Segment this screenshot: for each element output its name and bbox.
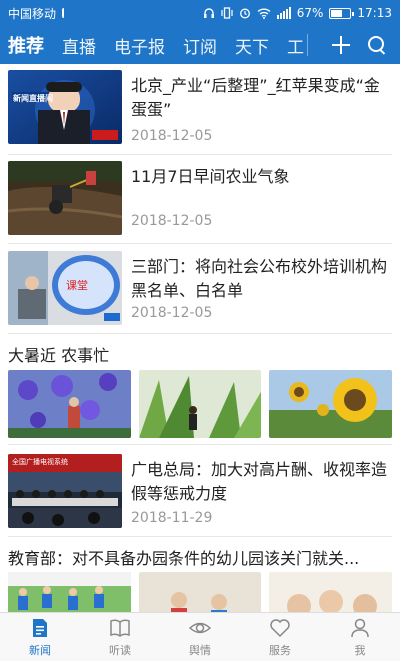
news-date: 2018-12-05 xyxy=(131,213,213,229)
bottom-tab-label: 新闻 xyxy=(29,643,51,657)
wifi-icon xyxy=(257,8,271,19)
gallery-image-flowers[interactable] xyxy=(8,370,131,438)
heart-icon xyxy=(270,618,290,637)
eye-icon xyxy=(189,622,211,633)
signal-icon xyxy=(276,7,291,19)
news-title: 11月7日早间农业气象 xyxy=(131,167,290,186)
news-item[interactable]: 课堂 三部门：将向社会公布校外培训机构黑名单、白名单 2018-12-05 xyxy=(0,251,400,331)
news-date: 2018-12-05 xyxy=(131,128,213,144)
tab-recommend[interactable]: 推荐 xyxy=(8,32,44,58)
news-item[interactable]: 11月7日早间农业气象 2018-12-05 xyxy=(0,161,400,241)
bottom-nav: 新闻 听读 舆情 服务 我 xyxy=(0,612,400,661)
gallery-image-field[interactable] xyxy=(138,370,262,438)
battery-percent: 67% xyxy=(296,6,324,20)
divider xyxy=(8,333,392,334)
gallery-image-classroom[interactable] xyxy=(138,572,262,612)
usb-icon xyxy=(62,8,68,18)
status-bar: 中国移动 67% 17:13 xyxy=(0,0,400,26)
channel-tabs: 推荐 直播 电子报 订阅 天下 工 xyxy=(0,32,310,58)
svg-text:课堂: 课堂 xyxy=(66,279,88,292)
tab-partial[interactable]: 工 xyxy=(287,33,304,58)
search-icon[interactable] xyxy=(368,36,386,54)
gallery-title[interactable]: 大暑近 农事忙 xyxy=(8,342,109,366)
bottom-tab-listen[interactable]: 听读 xyxy=(80,613,160,661)
tab-epaper[interactable]: 电子报 xyxy=(114,33,165,58)
news-date: 2018-12-05 xyxy=(131,305,213,321)
divider xyxy=(8,154,392,155)
image-gallery[interactable] xyxy=(8,370,393,438)
vibrate-icon xyxy=(221,7,233,19)
tab-subscribe[interactable]: 订阅 xyxy=(183,33,217,58)
news-feed: 新闻直播间 北京_产业“后整理”_红苹果变成“金蛋蛋” 2018-12-05 1… xyxy=(0,64,400,612)
news-thumbnail xyxy=(8,161,122,235)
alarm-icon xyxy=(239,8,250,19)
person-icon xyxy=(351,618,369,637)
gallery-image-sunflower[interactable] xyxy=(269,370,393,438)
news-item[interactable]: 新闻直播间 北京_产业“后整理”_红苹果变成“金蛋蛋” 2018-12-05 xyxy=(0,70,400,150)
thumbnail-caption: 新闻直播间 xyxy=(13,94,53,103)
gallery-image-kindergarten[interactable] xyxy=(8,572,131,612)
bottom-tab-label: 服务 xyxy=(269,643,291,657)
battery-icon xyxy=(329,7,355,19)
carrier-label: 中国移动 xyxy=(8,6,57,21)
bottom-tab-label: 舆情 xyxy=(189,643,211,657)
news-title[interactable]: 教育部：对不具备办园条件的幼儿园该关门就关... xyxy=(8,545,390,569)
tab-divider xyxy=(307,34,308,56)
bottom-tab-label: 我 xyxy=(354,643,366,657)
thumbnail-banner: 全国广播电视系统 xyxy=(12,458,68,466)
divider xyxy=(8,536,392,537)
tab-world[interactable]: 天下 xyxy=(235,33,269,58)
news-title: 三部门：将向社会公布校外培训机构黑名单、白名单 xyxy=(131,257,388,300)
top-nav: 推荐 直播 电子报 订阅 天下 工 xyxy=(0,26,400,64)
news-thumbnail: 课堂 xyxy=(8,251,122,325)
bottom-tab-me[interactable]: 我 xyxy=(320,613,400,661)
headphone-icon xyxy=(203,8,214,18)
bottom-tab-sentiment[interactable]: 舆情 xyxy=(160,613,240,661)
plus-icon[interactable] xyxy=(332,36,350,54)
book-icon xyxy=(110,618,130,637)
bottom-tab-label: 听读 xyxy=(109,643,131,657)
tab-live[interactable]: 直播 xyxy=(62,33,96,58)
divider xyxy=(8,243,392,244)
clock: 17:13 xyxy=(357,6,392,20)
news-date: 2018-11-29 xyxy=(131,510,213,526)
news-title: 北京_产业“后整理”_红苹果变成“金蛋蛋” xyxy=(131,76,380,119)
news-title: 广电总局：加大对高片酬、收视率造假等惩戒力度 xyxy=(131,460,388,503)
news-doc-icon xyxy=(33,618,47,637)
divider xyxy=(8,444,392,445)
image-gallery[interactable] xyxy=(8,572,393,612)
gallery-image-children[interactable] xyxy=(269,572,393,612)
bottom-tab-service[interactable]: 服务 xyxy=(240,613,320,661)
news-thumbnail: 全国广播电视系统 xyxy=(8,454,122,528)
bottom-tab-news[interactable]: 新闻 xyxy=(0,613,80,661)
news-thumbnail: 新闻直播间 xyxy=(8,70,122,144)
news-item[interactable]: 全国广播电视系统 广电总局：加大对高片酬、收视率造假等惩戒力度 2018-11-… xyxy=(0,454,400,534)
